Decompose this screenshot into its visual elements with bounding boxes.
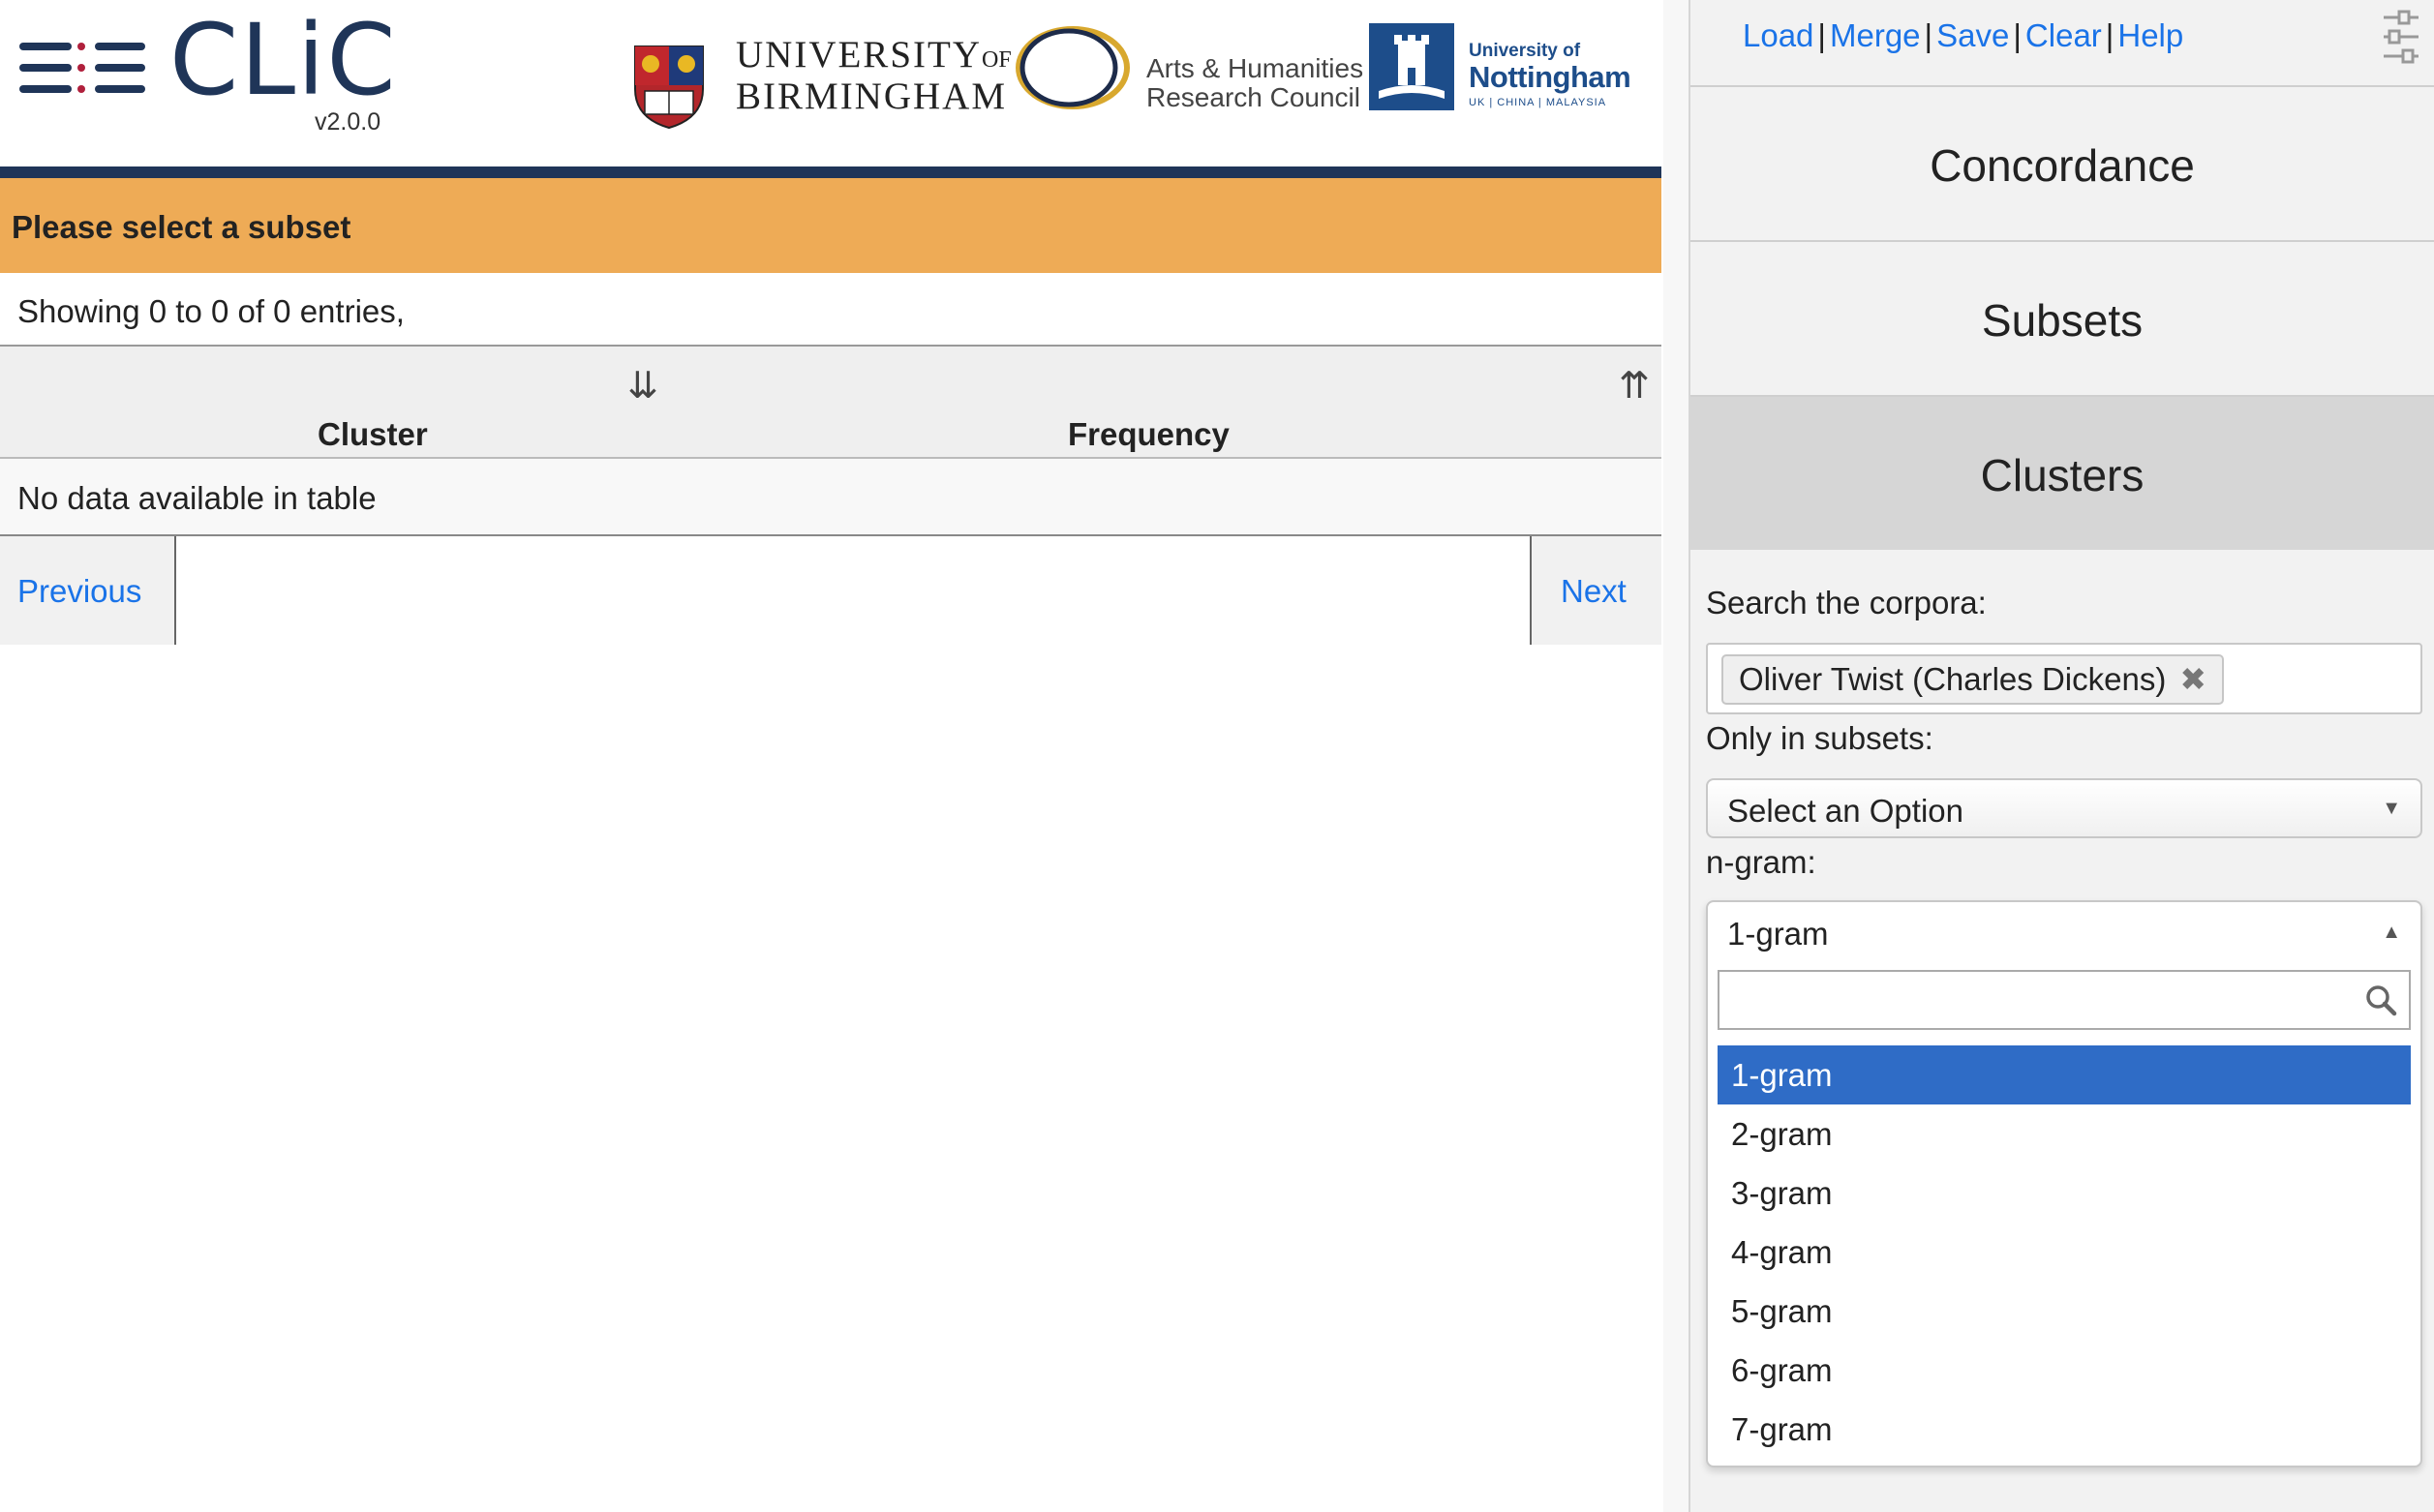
column-header-cluster[interactable]: Cluster — [318, 416, 428, 453]
subsets-placeholder: Select an Option — [1727, 793, 1963, 829]
ngram-label: n-gram: — [1706, 844, 1816, 880]
birmingham-crest-icon — [634, 45, 704, 130]
ahrc-logo-text: Arts & Humanities Research Council — [1146, 54, 1363, 112]
subsets-select[interactable]: Select an Option ▼ — [1706, 778, 2422, 838]
clear-link[interactable]: Clear — [2025, 17, 2102, 53]
ahrc-ring-icon — [1016, 26, 1130, 109]
tab-clusters-label: Clusters — [1980, 450, 2145, 500]
ngram-search-input[interactable] — [1725, 978, 2345, 1022]
ngram-search-field — [1718, 970, 2411, 1030]
tab-clusters[interactable]: Clusters — [1690, 395, 2434, 550]
corpora-chip: Oliver Twist (Charles Dickens) ✖ — [1721, 654, 2224, 705]
version-label: v2.0.0 — [315, 108, 381, 136]
tab-subsets-label: Subsets — [1981, 295, 2144, 346]
clic-logo[interactable]: CLiC v2.0.0 — [19, 12, 397, 136]
save-link[interactable]: Save — [1936, 17, 2009, 53]
settings-sliders-icon[interactable] — [2382, 8, 2420, 66]
panel-menu: Load | Merge | Save | Clear | Help — [1743, 17, 2184, 53]
next-label: Next — [1561, 573, 1627, 609]
table-info: Showing 0 to 0 of 0 entries, — [17, 293, 405, 329]
ngram-selected-value: 1-gram — [1727, 916, 1829, 952]
ngram-option-1[interactable]: 1-gram — [1718, 1045, 2411, 1104]
nottingham-castle-icon — [1369, 23, 1454, 110]
tab-concordance[interactable]: Concordance — [1690, 85, 2434, 240]
header-divider — [0, 166, 1661, 178]
pagination: Previous Next — [0, 536, 1661, 645]
birmingham-of: OF — [981, 47, 1012, 73]
header: CLiC v2.0.0 UNIVERSITYOF BIRMINGHAM Arts… — [0, 0, 1661, 166]
ngram-option-2[interactable]: 2-gram — [1718, 1104, 2411, 1164]
previous-button[interactable]: Previous — [0, 536, 176, 645]
tab-concordance-label: Concordance — [1930, 140, 2195, 191]
ngram-option-3[interactable]: 3-gram — [1718, 1164, 2411, 1223]
sort-desc-icon[interactable]: ⇊ — [627, 368, 658, 405]
ngram-option-5[interactable]: 5-gram — [1718, 1282, 2411, 1341]
caret-up-icon: ▲ — [2382, 922, 2401, 943]
table-empty-row: No data available in table — [0, 459, 1661, 536]
corpora-chip-label: Oliver Twist (Charles Dickens) — [1739, 661, 2167, 697]
subsets-label: Only in subsets: — [1706, 720, 1933, 756]
merge-link[interactable]: Merge — [1830, 17, 1921, 53]
ahrc-line1: Arts & Humanities — [1146, 53, 1364, 83]
ngram-option-4[interactable]: 4-gram — [1718, 1223, 2411, 1282]
previous-label: Previous — [17, 573, 142, 609]
next-button[interactable]: Next — [1530, 536, 1661, 645]
nottingham-line1: University of — [1469, 41, 1581, 61]
tab-subsets[interactable]: Subsets — [1690, 240, 2434, 395]
ngram-option-7[interactable]: 7-gram — [1718, 1400, 2411, 1459]
birmingham-line1: UNIVERSITY — [736, 34, 982, 76]
sort-asc-icon[interactable]: ⇈ — [1619, 368, 1650, 405]
ahrc-line2: Research Council — [1146, 82, 1360, 112]
search-corpora-label: Search the corpora: — [1706, 585, 1987, 620]
main-area: CLiC v2.0.0 UNIVERSITYOF BIRMINGHAM Arts… — [0, 0, 1661, 1512]
control-panel: Load | Merge | Save | Clear | Help Concordance S… — [1690, 0, 2434, 1512]
clic-bars-icon — [19, 35, 150, 103]
empty-message: No data available in table — [17, 480, 377, 516]
search-icon — [2366, 985, 2397, 1016]
birmingham-logo: UNIVERSITYOF BIRMINGHAM — [736, 34, 1012, 117]
nottingham-line3: UK | CHINA | MALAYSIA — [1469, 97, 1607, 108]
nottingham-logo-text: University of Nottingham UK | CHINA | MA… — [1469, 41, 1631, 112]
corpora-multiselect[interactable]: Oliver Twist (Charles Dickens) ✖ — [1706, 643, 2422, 714]
panel-scrollbar[interactable] — [1663, 0, 1690, 1512]
ngram-option-6[interactable]: 6-gram — [1718, 1341, 2411, 1400]
clic-wordmark: CLiC — [169, 3, 398, 118]
caret-down-icon: ▼ — [2382, 798, 2401, 819]
alert-banner: Please select a subset — [0, 178, 1661, 273]
alert-message: Please select a subset — [12, 209, 351, 245]
remove-icon[interactable]: ✖ — [2179, 661, 2206, 697]
column-header-frequency[interactable]: Frequency — [1068, 416, 1230, 453]
load-link[interactable]: Load — [1743, 17, 1813, 53]
ngram-dropdown: 1-gram ▲ 1-gram 2-gram 3-gram 4-gram 5-g… — [1706, 900, 2422, 1467]
nottingham-line2: Nottingham — [1469, 60, 1631, 94]
table-header: ⇊ ⇈ Cluster Frequency — [0, 345, 1661, 459]
birmingham-line2: BIRMINGHAM — [736, 76, 1008, 117]
ngram-select[interactable]: 1-gram ▲ — [1708, 902, 2420, 964]
help-link[interactable]: Help — [2117, 17, 2183, 53]
ngram-options-list: 1-gram 2-gram 3-gram 4-gram 5-gram 6-gra… — [1718, 1045, 2411, 1459]
